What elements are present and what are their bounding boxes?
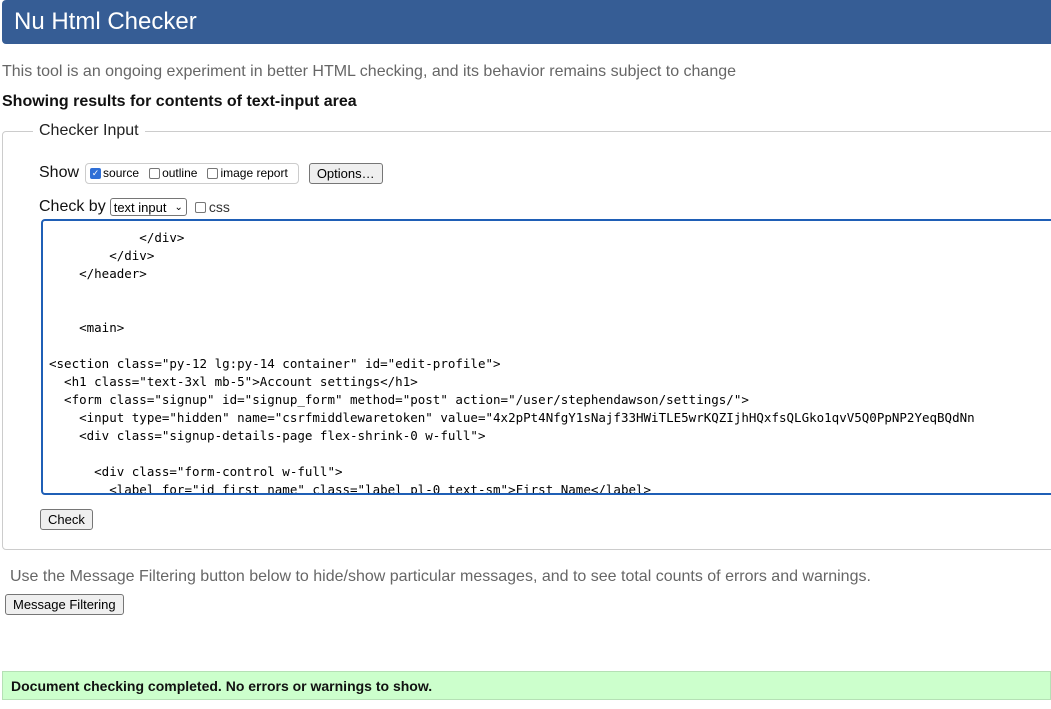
show-source-option[interactable]: ✓ source (86, 166, 139, 180)
intro-text: This tool is an ongoing experiment in be… (2, 63, 737, 80)
source-label: source (103, 166, 140, 180)
show-image-report-option[interactable]: image report (203, 166, 288, 180)
image-report-label: image report (220, 166, 288, 180)
code-line: </div> (109, 248, 155, 263)
show-outline-option[interactable]: outline (145, 166, 197, 180)
code-line: <section class="py-12 lg:py-14 container… (49, 356, 501, 371)
chevron-down-icon: ⌄ (174, 201, 183, 213)
show-options-group: ✓ source outline image report (85, 162, 299, 184)
filter-note: Use the Message Filtering button below t… (10, 568, 871, 585)
message-filtering-button[interactable]: Message Filtering (5, 594, 124, 615)
show-label: Show (39, 164, 80, 181)
css-label: css (208, 199, 230, 215)
check-by-row: Check by text input ⌄ css (39, 197, 230, 217)
outline-checkbox[interactable] (149, 167, 161, 179)
results-heading: Showing results for contents of text-inp… (2, 93, 357, 110)
code-line: </div> (139, 230, 185, 245)
outline-label: outline (162, 166, 198, 180)
css-checkbox[interactable] (194, 201, 206, 213)
code-line: <form class="signup" id="signup_form" me… (64, 392, 749, 407)
css-option[interactable]: css (194, 199, 230, 215)
code-line: </header> (79, 266, 147, 281)
checker-input-legend: Checker Input (39, 122, 139, 139)
page-title: Nu Html Checker (14, 8, 197, 35)
check-by-value: text input (113, 199, 167, 215)
check-button[interactable]: Check (40, 509, 93, 530)
source-checkbox[interactable]: ✓ (90, 167, 102, 179)
result-message: Document checking completed. No errors o… (2, 671, 1051, 700)
code-line: <input type="hidden" name="csrfmiddlewar… (79, 410, 975, 425)
show-row: Show ✓ source outline image report Optio… (39, 162, 383, 184)
options-button[interactable]: Options… (308, 162, 383, 184)
code-line: <main> (79, 320, 125, 335)
code-line: <label for="id_first_name" class="label … (109, 482, 652, 495)
app-header: Nu Html Checker (2, 0, 1051, 44)
check-by-label: Check by (39, 198, 106, 215)
code-line: <div class="form-control w-full"> (94, 464, 343, 479)
image-report-checkbox[interactable] (207, 167, 219, 179)
code-line: <div class="signup-details-page flex-shr… (79, 428, 486, 443)
code-line: <h1 class="text-3xl mb-5">Account settin… (64, 374, 418, 389)
source-textarea[interactable]: </div> </div> </header> <main> <section … (41, 219, 1051, 495)
source-code: </div> </div> </header> <main> <section … (43, 221, 1051, 495)
check-by-select[interactable]: text input ⌄ (109, 198, 187, 216)
